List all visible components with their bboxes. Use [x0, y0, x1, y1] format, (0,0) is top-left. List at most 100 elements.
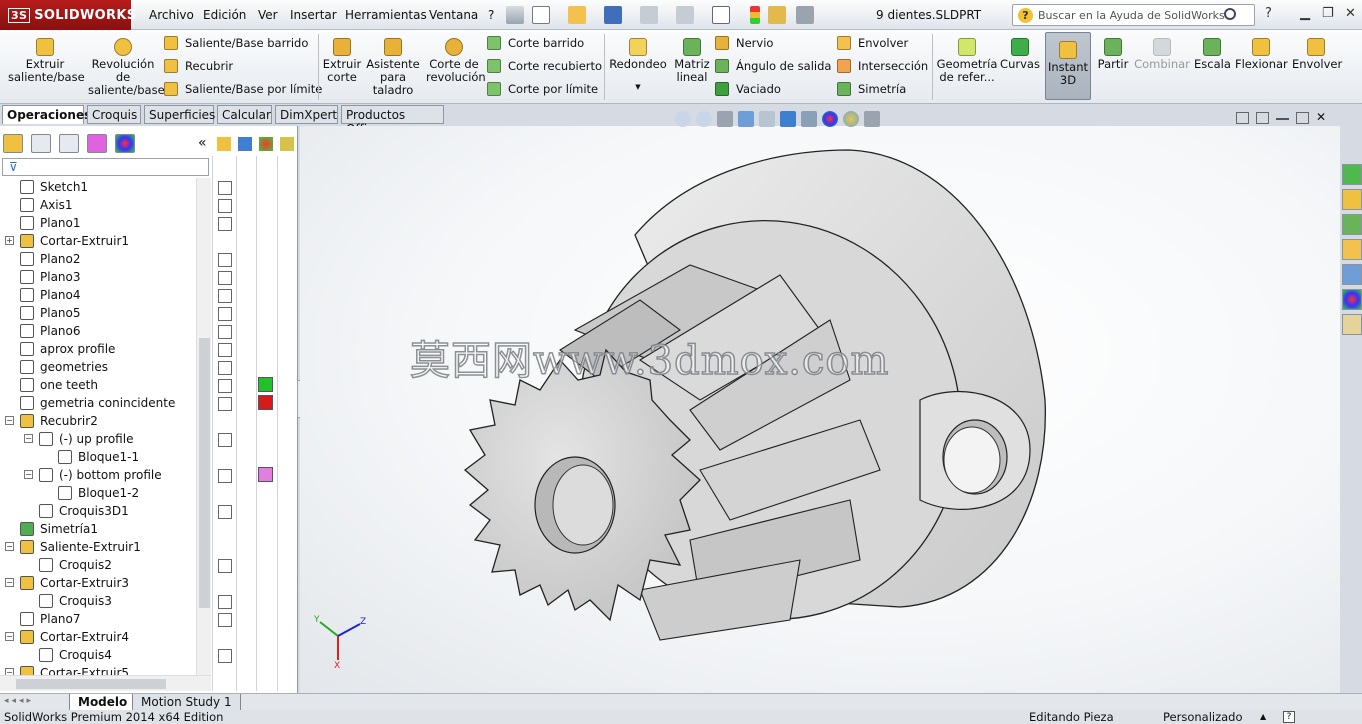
visibility-icon[interactable]	[218, 613, 232, 627]
tree-item[interactable]: Cortar-Extruir5	[20, 664, 129, 675]
feature-filter-input[interactable]: ⊽	[2, 158, 209, 176]
tree-item[interactable]: Plano6	[20, 322, 81, 340]
search-icon[interactable]	[1224, 8, 1236, 20]
color-swatch-magenta[interactable]	[258, 467, 273, 482]
collapse-icon[interactable]: −	[24, 470, 33, 479]
wrap-deform-button[interactable]: Envolver	[1292, 30, 1342, 71]
tree-item[interactable]: Plano4	[20, 286, 81, 304]
collapse-icon[interactable]: −	[5, 542, 14, 551]
menu-archivo[interactable]: Archivo	[149, 8, 194, 22]
open-folder-icon[interactable]	[568, 6, 586, 24]
file-explorer-icon[interactable]	[1342, 239, 1362, 260]
units-dropdown-arrow[interactable]: ▲	[1260, 710, 1266, 724]
solidworks-logo[interactable]: 3S SOLIDWORKS	[0, 0, 136, 30]
wrap-button[interactable]: Envolver	[837, 33, 908, 53]
tab-productos-office[interactable]: Productos Office	[341, 105, 444, 136]
loft-button[interactable]: Recubrir	[164, 56, 233, 76]
view-split-icon[interactable]	[1256, 112, 1269, 124]
visibility-icon[interactable]	[218, 595, 232, 609]
tree-horizontal-scrollbar[interactable]	[0, 675, 211, 691]
tab-modelo[interactable]: Modelo	[69, 694, 137, 711]
mirror-button[interactable]: Simetría	[837, 79, 906, 99]
chevron-down-icon[interactable]: ▼	[608, 81, 668, 94]
tree-vertical-scrollbar[interactable]	[196, 178, 211, 675]
tab-operaciones[interactable]: Operaciones	[2, 105, 91, 124]
section-view-icon[interactable]	[738, 111, 754, 127]
swept-cut-button[interactable]: Corte barrido	[487, 33, 584, 53]
boundary-boss-button[interactable]: Saliente/Base por límite	[164, 79, 322, 99]
tree-item[interactable]: Sketch1	[20, 178, 88, 196]
zoom-to-area-icon[interactable]	[696, 111, 712, 127]
collapse-icon[interactable]: −	[5, 668, 14, 675]
tree-item[interactable]: Bloque1-2	[58, 484, 139, 502]
tab-motion-study-1[interactable]: Motion Study 1	[132, 694, 241, 711]
split-button[interactable]: Partir	[1096, 30, 1130, 71]
pin-icon[interactable]	[506, 6, 524, 24]
collapse-icon[interactable]: −	[24, 434, 33, 443]
minimize-window-button[interactable]: ▁	[1300, 6, 1310, 21]
collapse-icon[interactable]: −	[5, 632, 14, 641]
tree-item[interactable]: Bloque1-1	[58, 448, 139, 466]
options-icon[interactable]	[796, 6, 814, 24]
help-status-icon[interactable]: ?	[1283, 711, 1295, 723]
display-manager-icon[interactable]	[115, 134, 135, 153]
visibility-icon[interactable]	[218, 307, 232, 321]
visibility-icon[interactable]	[218, 289, 232, 303]
file-properties-icon[interactable]	[768, 6, 786, 24]
tab-croquis[interactable]: Croquis	[87, 105, 141, 124]
visibility-icon[interactable]	[218, 325, 232, 339]
tree-item[interactable]: Cortar-Extruir1	[20, 232, 129, 250]
appearance-icon[interactable]	[259, 137, 273, 151]
collapse-icon[interactable]: −	[5, 578, 14, 587]
visibility-icon[interactable]	[218, 433, 232, 447]
view-tile-icon[interactable]	[1236, 112, 1249, 124]
visibility-icon[interactable]	[218, 649, 232, 663]
collapse-icon[interactable]: −	[5, 416, 14, 425]
boundary-cut-button[interactable]: Corte por límite	[487, 79, 598, 99]
edit-appearance-icon[interactable]	[822, 111, 838, 127]
gear-3d-model[interactable]: X Y Z	[300, 126, 1340, 693]
tree-item[interactable]: Recubrir2	[20, 412, 98, 430]
minimize-document-icon[interactable]	[1276, 112, 1289, 120]
new-document-icon[interactable]	[532, 6, 550, 24]
select-cursor-icon[interactable]	[712, 6, 730, 24]
revolved-cut-button[interactable]: Corte de revolución	[426, 30, 486, 84]
custom-properties-icon[interactable]	[1342, 314, 1362, 335]
dimxpert-manager-icon[interactable]	[87, 134, 107, 153]
reference-geometry-button[interactable]: Geometría de refer...	[936, 30, 998, 84]
tree-item[interactable]: Croquis4	[39, 646, 112, 664]
visibility-icon[interactable]	[218, 253, 232, 267]
menu-ver[interactable]: Ver	[258, 8, 278, 22]
appearances-icon[interactable]	[1342, 289, 1362, 310]
tree-item[interactable]: (-) up profile	[39, 430, 133, 448]
display-style-icon[interactable]	[801, 111, 817, 127]
close-document-icon[interactable]: ✕	[1316, 111, 1329, 124]
view-orientation-icon[interactable]	[780, 111, 796, 127]
help-search-input[interactable]: ? Buscar en la Ayuda de SolidWorks	[1012, 4, 1255, 26]
tree-item[interactable]: Saliente-Extruir1	[20, 538, 141, 556]
box-icon[interactable]	[238, 137, 252, 151]
tree-item[interactable]: (-) bottom profile	[39, 466, 162, 484]
restore-window-button[interactable]: ❐	[1322, 6, 1334, 21]
tree-item[interactable]: Cortar-Extruir4	[20, 628, 129, 646]
visibility-icon[interactable]	[218, 379, 232, 393]
view-settings-icon[interactable]	[864, 111, 880, 127]
visibility-icon[interactable]	[218, 469, 232, 483]
visibility-icon[interactable]	[218, 199, 232, 213]
draft-button[interactable]: Ángulo de salida	[715, 56, 831, 76]
flex-button[interactable]: Flexionar	[1235, 30, 1288, 71]
print-icon[interactable]	[640, 6, 658, 24]
tree-item[interactable]: gemetria conincidente	[20, 394, 175, 412]
tab-scroll-arrows[interactable]: ◂◂◂▸	[4, 696, 34, 706]
home-icon[interactable]	[1342, 189, 1362, 210]
scale-button[interactable]: Escala	[1194, 30, 1231, 71]
visibility-icon[interactable]	[218, 343, 232, 357]
visibility-icon[interactable]	[218, 181, 232, 195]
tree-item[interactable]: Axis1	[20, 196, 73, 214]
scrollbar-thumb[interactable]	[16, 679, 166, 689]
tab-calcular[interactable]: Calcular	[217, 105, 272, 124]
undo-icon[interactable]	[676, 6, 694, 24]
menu-help[interactable]: ?	[488, 8, 494, 22]
tree-item[interactable]: aprox profile	[20, 340, 115, 358]
fillet-button[interactable]: Redondeo ▼	[608, 30, 668, 94]
